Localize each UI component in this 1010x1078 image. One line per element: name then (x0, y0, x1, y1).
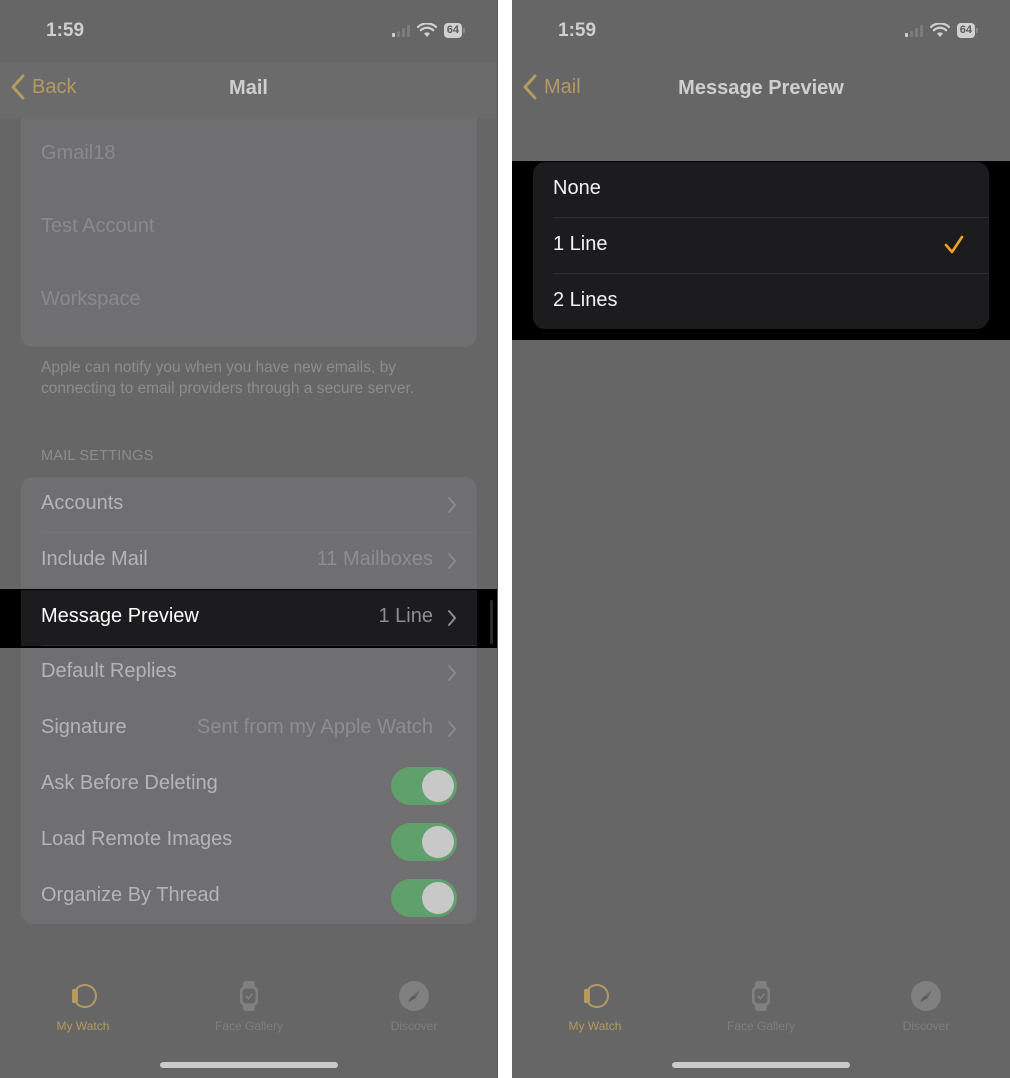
chevron-right-icon (448, 665, 457, 681)
status-time: 1:59 (558, 20, 597, 41)
watch-face-icon (240, 981, 258, 1011)
scroll-indicator[interactable] (490, 600, 493, 644)
chevron-right-icon (448, 553, 457, 569)
row-value: 11 Mailboxes (316, 548, 433, 570)
option-label: 1 Line (553, 233, 608, 255)
home-indicator[interactable] (159, 1062, 338, 1068)
message-preview-screen: 1:59 64 Mail Message Preview None 1 Line… (512, 0, 1010, 1078)
accounts-list: Gmail18 Test Account Workspace (21, 118, 477, 347)
navigation-bar: Mail Message Preview (512, 62, 1010, 118)
option-label: None (553, 177, 601, 199)
row-label: Organize By Thread (41, 884, 220, 906)
page-title: Message Preview (678, 77, 844, 99)
tab-face-gallery[interactable]: Face Gallery (701, 975, 821, 1033)
row-label: Default Replies (41, 660, 177, 682)
wifi-icon (929, 23, 950, 37)
settings-row-organize-by-thread: Organize By Thread (21, 869, 477, 925)
chevron-right-icon (448, 721, 457, 737)
tab-label: Face Gallery (214, 1019, 284, 1033)
cellular-signal-icon (391, 24, 410, 37)
tab-my-watch[interactable]: My Watch (23, 975, 143, 1033)
account-item[interactable]: Gmail18 (41, 142, 115, 165)
tab-my-watch[interactable]: My Watch (535, 975, 655, 1033)
watch-side-icon (72, 984, 97, 1008)
option-none[interactable]: None (533, 162, 989, 218)
row-label: Load Remote Images (41, 828, 233, 850)
option-2-lines[interactable]: 2 Lines (533, 274, 989, 330)
chevron-right-icon (448, 497, 457, 513)
mail-settings-screen: 1:59 64 Back Mail Gmail18 Test Account W… (0, 0, 498, 1078)
tab-label: Face Gallery (726, 1019, 796, 1033)
tab-label: My Watch (568, 1019, 622, 1033)
option-label: 2 Lines (553, 289, 618, 311)
tab-label: Discover (390, 1019, 438, 1033)
account-item[interactable]: Workspace (41, 288, 141, 311)
tab-discover[interactable]: Discover (354, 975, 474, 1033)
status-icons: 64 (391, 23, 465, 38)
status-bar: 1:59 64 (0, 0, 497, 62)
settings-row-load-remote-images: Load Remote Images (21, 813, 477, 869)
page-title: Mail (229, 77, 268, 99)
tab-label: Discover (902, 1019, 950, 1033)
row-label: Message Preview (41, 605, 199, 627)
row-label: Include Mail (41, 548, 148, 570)
checkmark-icon (944, 235, 964, 254)
row-value: Sent from my Apple Watch (196, 716, 433, 738)
settings-row-message-preview[interactable]: Message Preview 1 Line (21, 590, 477, 646)
settings-row-ask-before-deleting: Ask Before Deleting (21, 757, 477, 813)
settings-row-accounts[interactable]: Accounts (21, 477, 477, 533)
status-time: 1:59 (46, 20, 85, 41)
row-label: Ask Before Deleting (41, 772, 218, 794)
load-remote-images-toggle[interactable] (391, 823, 457, 861)
compass-icon (399, 981, 429, 1011)
watch-side-icon (584, 984, 609, 1008)
message-preview-options: None 1 Line 2 Lines (533, 162, 989, 329)
notification-footer-note: Apple can notify you when you have new e… (41, 359, 415, 397)
cellular-signal-icon (904, 24, 923, 37)
settings-row-signature[interactable]: Signature Sent from my Apple Watch (21, 701, 477, 757)
row-label: Accounts (41, 492, 124, 514)
row-label: Signature (41, 716, 127, 738)
account-item[interactable]: Test Account (41, 215, 154, 238)
home-indicator[interactable] (672, 1062, 850, 1068)
navigation-bar: Back Mail (0, 62, 497, 118)
tab-label: My Watch (56, 1019, 110, 1033)
watch-face-icon (752, 981, 770, 1011)
tab-bar: My Watch Face Gallery Discover (512, 975, 1010, 1045)
row-value: 1 Line (378, 605, 434, 627)
wifi-icon (416, 23, 437, 37)
tab-face-gallery[interactable]: Face Gallery (189, 975, 309, 1033)
battery-icon: 64 (956, 23, 978, 38)
status-icons: 64 (904, 23, 978, 38)
settings-row-default-replies[interactable]: Default Replies (21, 645, 477, 701)
tab-bar: My Watch Face Gallery Discover (0, 975, 497, 1045)
battery-level: 64 (443, 23, 462, 38)
battery-icon: 64 (443, 23, 465, 38)
settings-row-include-mail[interactable]: Include Mail 11 Mailboxes (21, 533, 477, 589)
chevron-right-icon (448, 610, 457, 626)
status-bar: 1:59 64 (512, 0, 1010, 62)
tab-discover[interactable]: Discover (866, 975, 986, 1033)
section-header-mail-settings: MAIL SETTINGS (41, 448, 154, 464)
ask-before-deleting-toggle[interactable] (391, 767, 457, 805)
organize-by-thread-toggle[interactable] (391, 879, 457, 917)
option-1-line[interactable]: 1 Line (533, 218, 989, 274)
compass-icon (911, 981, 941, 1011)
battery-level: 64 (956, 23, 975, 38)
